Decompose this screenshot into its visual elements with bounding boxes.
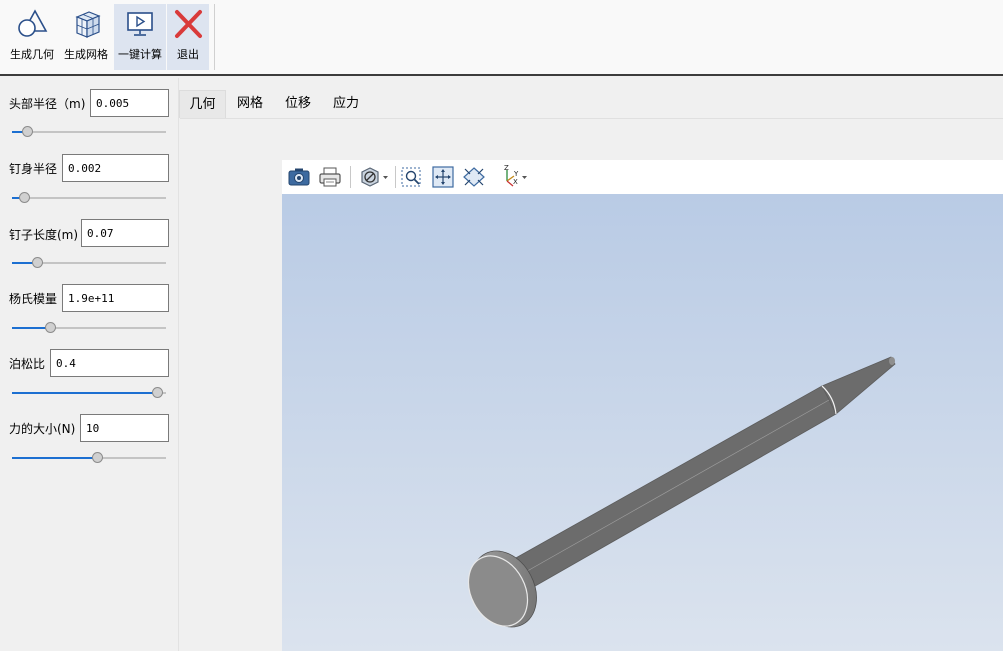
shank-radius-slider[interactable] (12, 192, 166, 204)
force-magnitude-label: 力的大小(N) (9, 422, 76, 436)
nail-length-label: 钉子长度(m) (9, 228, 79, 242)
slider-thumb[interactable] (32, 257, 44, 268)
zoom-box-icon[interactable] (399, 164, 425, 190)
poisson-ratio-slider[interactable] (12, 387, 166, 399)
shank-radius-input[interactable] (62, 154, 169, 182)
tab-mesh[interactable]: 网格 (227, 90, 273, 118)
3d-viewport[interactable] (282, 194, 1003, 651)
exit-button[interactable]: 退出 (167, 4, 209, 70)
viewer-toolbar: Z Y X (282, 160, 1003, 194)
youngs-modulus-input[interactable] (62, 284, 169, 312)
shank-radius-label: 钉身半径 (9, 162, 58, 176)
slider-thumb[interactable] (92, 452, 104, 463)
slider-thumb[interactable] (19, 192, 31, 203)
viewer-toolbar-separator (350, 166, 351, 188)
nail-tip-end (889, 357, 895, 365)
tab-displacement[interactable]: 位移 (275, 90, 321, 118)
youngs-modulus-slider[interactable] (12, 322, 166, 334)
force-magnitude-slider[interactable] (12, 452, 166, 464)
nail-model (467, 356, 896, 628)
slider-thumb[interactable] (22, 126, 33, 137)
generate-mesh-button[interactable]: 生成网格 (60, 4, 112, 70)
slider-fill (12, 392, 158, 394)
reset-view-icon[interactable] (461, 164, 487, 190)
youngs-modulus-label: 杨氏模量 (9, 292, 58, 306)
axis-z-label: Z (504, 165, 509, 172)
slider-thumb[interactable] (152, 387, 164, 398)
exit-x-icon (171, 6, 205, 42)
print-icon[interactable] (317, 164, 343, 190)
mesh-cube-icon (69, 6, 103, 42)
poisson-ratio-input[interactable] (50, 349, 169, 377)
head-radius-input[interactable] (90, 89, 169, 117)
nail-length-slider[interactable] (12, 257, 166, 269)
slider-thumb[interactable] (44, 322, 56, 333)
nail-tip (821, 356, 896, 415)
head-radius-label: 头部半径（m) (9, 97, 86, 111)
run-monitor-icon (123, 6, 157, 42)
fit-view-icon[interactable] (430, 164, 456, 190)
axes-orientation-icon[interactable]: Z Y X (499, 164, 529, 190)
toolbar-separator (214, 4, 215, 70)
geometry-icon (15, 6, 49, 42)
tab-geometry[interactable]: 几何 (179, 90, 226, 118)
axis-y-label: Y (513, 170, 519, 178)
camera-icon[interactable] (286, 164, 312, 190)
poisson-ratio-label: 泊松比 (9, 357, 46, 371)
force-magnitude-input[interactable] (80, 414, 169, 442)
axis-x-label: X (513, 178, 518, 186)
viewer-toolbar-separator (395, 166, 396, 188)
nail-length-input[interactable] (81, 219, 169, 247)
slider-fill (12, 457, 98, 459)
head-radius-slider[interactable] (12, 126, 166, 138)
ribbon-toolbar: 生成几何 生成网格 一键计算 退出 (0, 0, 1003, 76)
render-style-icon[interactable] (359, 164, 391, 190)
tab-stress[interactable]: 应力 (323, 90, 369, 118)
tab-strip-divider (180, 118, 1003, 119)
generate-geometry-button[interactable]: 生成几何 (6, 4, 58, 70)
one-click-compute-button[interactable]: 一键计算 (114, 4, 166, 70)
